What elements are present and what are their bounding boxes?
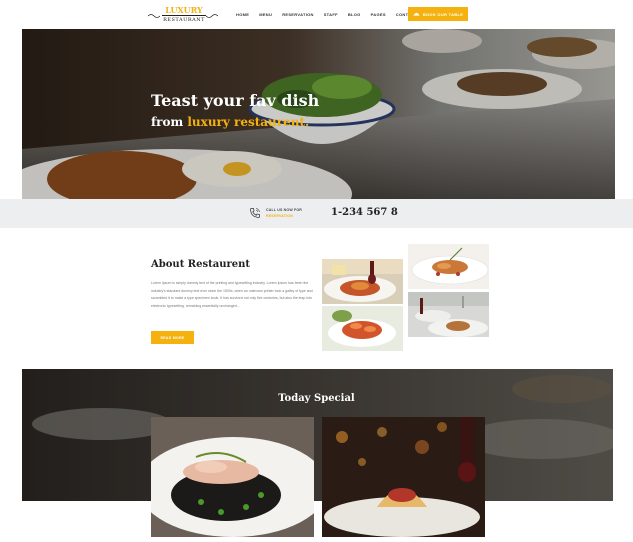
pasta-dish-image [322,259,403,304]
squid-ink-rice-dish-image [151,417,314,537]
special-card-1[interactable] [151,417,314,537]
site-header: LUXURY RESTAURANT HOME MENU RESERVATION … [0,0,633,29]
table-setting-image [408,292,489,337]
nav-home[interactable]: HOME [236,12,249,18]
nav-pages[interactable]: PAGES [371,12,386,18]
seafood-dish-image [408,244,489,289]
hero-banner: Teast your fav dish from luxury restaure… [22,29,615,199]
nav-reservation[interactable]: RESERVATION [282,12,314,18]
logo-ornament-icon [206,14,218,18]
call-label: CALL US NOW FOR [266,208,302,212]
main-nav: HOME MENU RESERVATION STAFF BLOG PAGES C… [236,12,427,18]
special-card-2[interactable] [322,417,485,537]
logo-line2: RESTAURANT [162,15,206,23]
hero-heading: Teast your fav dish [151,91,320,110]
logo-ornament-icon [148,14,160,18]
phone-number[interactable]: 1-234 567 8 [331,206,398,219]
reservation-label: RESERVATION [266,214,293,218]
book-table-button[interactable]: BOOK OUR TABLE [408,7,468,21]
nav-staff[interactable]: STAFF [324,12,338,18]
about-image-table [408,292,489,337]
logo[interactable]: LUXURY RESTAURANT [148,6,218,26]
plated-appetizer-image [322,417,485,537]
hero-subheading-prefix: from [151,115,188,129]
nav-menu[interactable]: MENU [259,12,272,18]
about-title: About Restaurent [151,259,250,270]
about-image-shrimp [322,306,403,351]
about-image-pasta [322,259,403,304]
phone-icon [250,208,260,218]
today-special-banner [22,369,613,501]
hero-image [22,29,615,199]
about-body: Lorem Ipsum is simply dummy text of the … [151,281,313,308]
today-special-title: Today Special [278,393,355,404]
hero-subheading-highlight: luxury restaurent. [187,115,310,129]
reservation-strip: CALL US NOW FOR RESERVATION 1-234 567 8 [0,199,633,228]
shrimp-dish-image [322,306,403,351]
logo-line1: LUXURY [165,5,203,15]
book-table-label: BOOK OUR TABLE [422,11,464,17]
read-more-button[interactable]: READ MORE [151,331,194,344]
special-background-image [22,369,613,501]
dish-icon [413,12,420,16]
nav-blog[interactable]: BLOG [348,12,361,18]
hero-subheading: from luxury restaurent. [151,114,309,130]
about-image-seafood [408,244,489,289]
